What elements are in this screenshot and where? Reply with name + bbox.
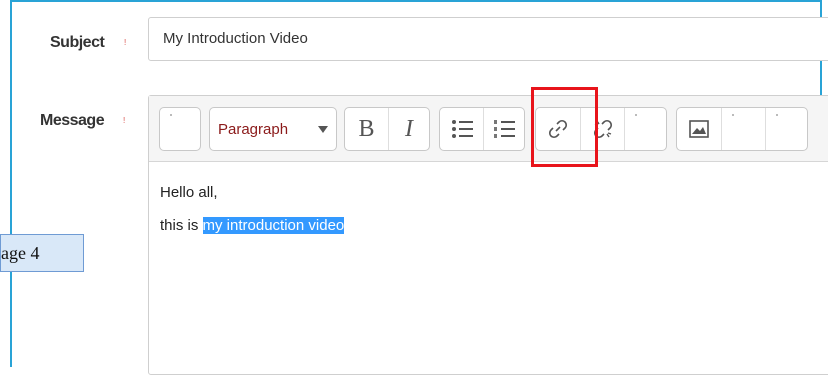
toolbar-group-toggle (159, 107, 201, 151)
bold-icon: B (358, 115, 375, 142)
ordered-list-button[interactable] (483, 108, 524, 150)
insert-media-button[interactable] (721, 108, 765, 150)
italic-icon: I (405, 115, 413, 142)
message-label: Message (40, 112, 105, 129)
italic-button[interactable]: I (388, 108, 429, 150)
editor-content[interactable]: Hello all, this is my introduction video (160, 184, 345, 234)
toolbar-group-text-style: B I (344, 107, 430, 151)
bold-button[interactable]: B (345, 108, 388, 150)
message-editor[interactable]: Paragraph B I Hello all, this is my intr… (148, 95, 828, 375)
toolbar-group-media (676, 107, 808, 151)
message-required-marker: ! (123, 116, 126, 125)
selected-text[interactable]: my introduction video (202, 217, 345, 234)
editor-line-2: this is my introduction video (160, 217, 345, 234)
image-icon (689, 120, 709, 138)
show-more-buttons-button[interactable] (160, 108, 200, 150)
unordered-list-button[interactable] (440, 108, 483, 150)
insert-image-button[interactable] (677, 108, 721, 150)
placeholder-icon (776, 114, 778, 116)
page-number-tag: age 4 (0, 234, 84, 272)
editor-text-plain: this is (160, 217, 203, 234)
toolbar-group-lists (439, 107, 525, 151)
paragraph-select[interactable]: Paragraph (209, 107, 337, 151)
subject-label: Subject (50, 34, 105, 51)
subject-required-marker: ! (124, 38, 127, 47)
ordered-list-icon (494, 120, 515, 138)
toolbar-empty-button[interactable] (624, 108, 666, 150)
chevron-down-icon (318, 126, 328, 133)
placeholder-icon (635, 114, 637, 116)
paragraph-select-label: Paragraph (218, 121, 289, 138)
subject-input[interactable]: My Introduction Video (148, 17, 828, 61)
unordered-list-icon (451, 120, 473, 138)
placeholder-icon (170, 114, 172, 116)
link-button-highlight (531, 87, 598, 167)
manage-files-button[interactable] (765, 108, 807, 150)
placeholder-icon (732, 114, 734, 116)
editor-toolbar: Paragraph B I (149, 96, 828, 162)
editor-line-1: Hello all, (160, 184, 218, 201)
